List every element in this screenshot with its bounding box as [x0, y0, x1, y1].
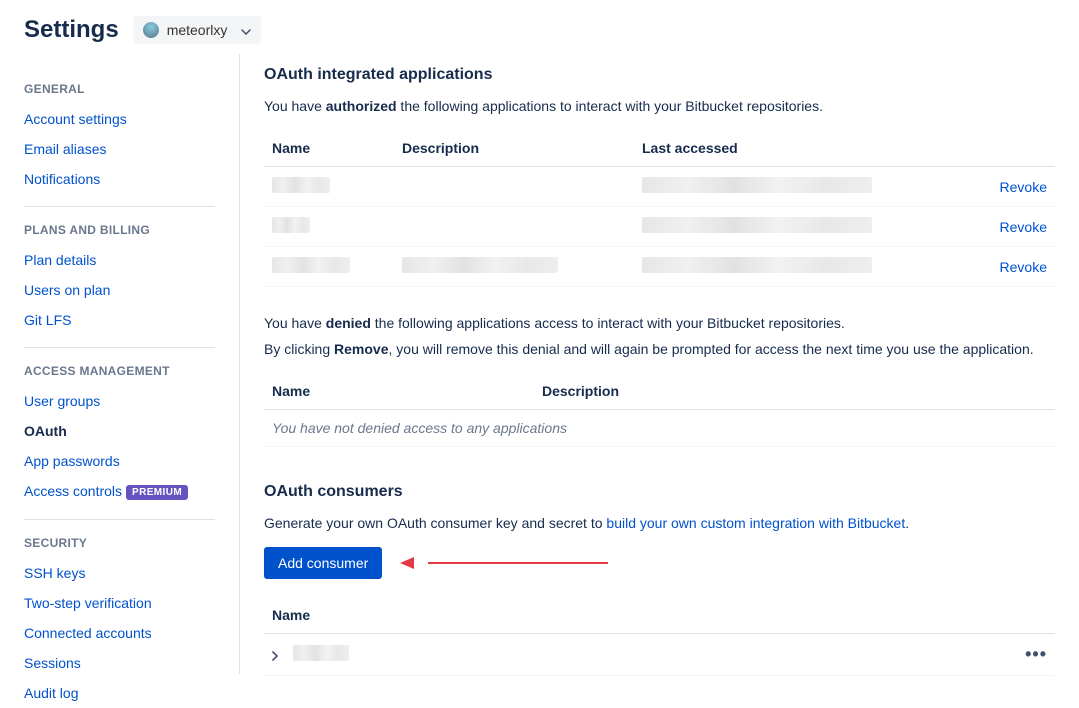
- sidebar-item-two-step-verification[interactable]: Two-step verification: [24, 588, 215, 618]
- col-action: [975, 130, 1055, 167]
- sidebar-item-sessions[interactable]: Sessions: [24, 648, 215, 678]
- consumer-actions-menu[interactable]: •••: [1005, 634, 1055, 676]
- expand-toggle-icon[interactable]: [272, 651, 279, 664]
- table-row: Revoke: [264, 167, 1055, 207]
- sidebar-item-access-controls[interactable]: Access controlsPREMIUM: [24, 476, 215, 507]
- revoke-link[interactable]: Revoke: [1000, 219, 1047, 235]
- col-description: Description: [394, 130, 634, 167]
- sidebar-group-label: GENERAL: [24, 82, 215, 96]
- page-title: Settings: [24, 16, 119, 44]
- avatar: [143, 22, 159, 38]
- oauth-integrated-title: OAuth integrated applications: [264, 66, 1055, 84]
- table-row: Revoke: [264, 207, 1055, 247]
- sidebar-item-plan-details[interactable]: Plan details: [24, 245, 215, 275]
- redacted-name: [272, 217, 310, 233]
- premium-badge: PREMIUM: [126, 485, 188, 500]
- authorized-intro: You have authorized the following applic…: [264, 98, 1055, 114]
- redacted-last-accessed: [642, 217, 872, 233]
- consumers-intro: Generate your own OAuth consumer key and…: [264, 515, 1055, 531]
- sidebar-item-ssh-keys[interactable]: SSH keys: [24, 558, 215, 588]
- sidebar: GENERAL Account settingsEmail aliasesNoti…: [0, 54, 240, 674]
- redacted-name: [272, 177, 330, 193]
- build-integration-link[interactable]: build your own custom integration with B…: [606, 515, 905, 531]
- add-consumer-button[interactable]: Add consumer: [264, 547, 382, 579]
- denied-empty-row: You have not denied access to any applic…: [264, 410, 1055, 447]
- sidebar-group-label: SECURITY: [24, 536, 215, 550]
- col-name: Name: [264, 597, 1005, 634]
- sidebar-item-app-passwords[interactable]: App passwords: [24, 446, 215, 476]
- sidebar-item-oauth[interactable]: OAuth: [24, 416, 215, 446]
- col-last-accessed: Last accessed: [634, 130, 975, 167]
- sidebar-group-label: PLANS AND BILLING: [24, 223, 215, 237]
- redacted-name: [272, 257, 350, 273]
- denied-remove-hint: By clicking Remove, you will remove this…: [264, 341, 1055, 357]
- sidebar-item-git-lfs[interactable]: Git LFS: [24, 305, 215, 335]
- sidebar-item-email-aliases[interactable]: Email aliases: [24, 134, 215, 164]
- col-description: Description: [534, 373, 1055, 410]
- authorized-apps-table: Name Description Last accessed Revoke Rev…: [264, 130, 1055, 287]
- workspace-name: meteorlxy: [167, 22, 228, 38]
- workspace-switcher[interactable]: meteorlxy: [133, 16, 262, 44]
- denied-intro: You have denied the following applicatio…: [264, 315, 1055, 331]
- consumer-name-redacted: [293, 645, 349, 661]
- oauth-consumers-title: OAuth consumers: [264, 483, 1055, 501]
- main-content: OAuth integrated applications You have a…: [240, 54, 1079, 704]
- consumers-table: Name •••: [264, 597, 1055, 676]
- revoke-link[interactable]: Revoke: [1000, 259, 1047, 275]
- sidebar-item-users-on-plan[interactable]: Users on plan: [24, 275, 215, 305]
- sidebar-item-connected-accounts[interactable]: Connected accounts: [24, 618, 215, 648]
- callout-arrow-line: [428, 562, 608, 564]
- redacted-last-accessed: [642, 257, 872, 273]
- redacted-desc: [402, 257, 558, 273]
- sidebar-item-audit-log[interactable]: Audit log: [24, 678, 215, 708]
- table-row: Revoke: [264, 247, 1055, 287]
- revoke-link[interactable]: Revoke: [1000, 179, 1047, 195]
- chevron-down-icon: [241, 22, 251, 38]
- callout-arrow-icon: [400, 557, 414, 569]
- denied-apps-table: Name Description You have not denied acc…: [264, 373, 1055, 447]
- col-name: Name: [264, 130, 394, 167]
- sidebar-item-user-groups[interactable]: User groups: [24, 386, 215, 416]
- sidebar-item-notifications[interactable]: Notifications: [24, 164, 215, 194]
- sidebar-group-label: ACCESS MANAGEMENT: [24, 364, 215, 378]
- col-name: Name: [264, 373, 534, 410]
- redacted-last-accessed: [642, 177, 872, 193]
- consumer-row: •••: [264, 634, 1055, 676]
- sidebar-item-account-settings[interactable]: Account settings: [24, 104, 215, 134]
